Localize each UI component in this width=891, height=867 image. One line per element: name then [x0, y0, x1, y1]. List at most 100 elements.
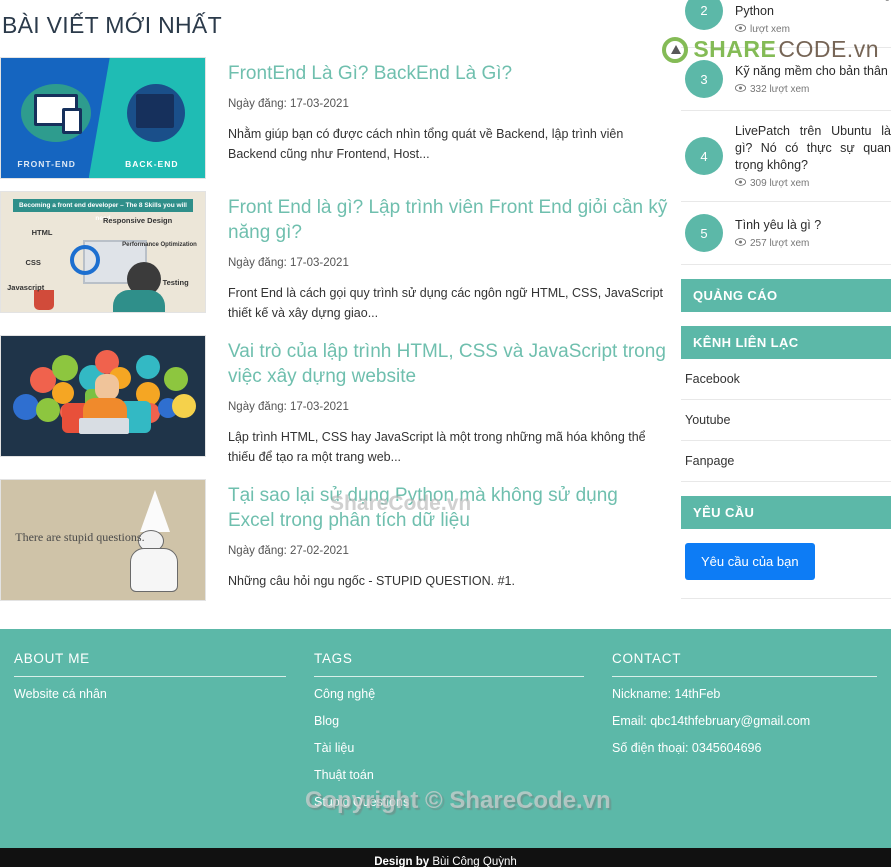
thumbnail-shape [164, 367, 189, 392]
footer-tag-link[interactable]: Stupid Questions [314, 795, 584, 809]
eye-icon [734, 24, 747, 35]
popular-views-text: lượt xem [750, 24, 790, 35]
eye-icon [734, 178, 747, 189]
footer-tag-link[interactable]: Tài liệu [314, 741, 584, 755]
popular-post-views: 332 lượt xem [734, 84, 891, 95]
bottom-bar-author: Bùi Công Quỳnh [429, 856, 517, 867]
footer: ABOUT ME Website cá nhân TAGS Công nghệ … [0, 629, 891, 848]
popular-rank-badge: 2 [685, 0, 723, 30]
popular-post-views: 309 lượt xem [734, 178, 891, 189]
server-icon [135, 94, 174, 128]
post-body: Vai trò của lập trình HTML, CSS và JavaS… [206, 335, 669, 467]
popular-post-title[interactable]: Thao tác với các file trong Python [735, 0, 891, 20]
thumbnail-tag: Javascript [7, 283, 45, 293]
post-thumbnail[interactable] [0, 335, 206, 457]
post-excerpt: Những câu hỏi ngu ngốc - STUPID QUESTION… [228, 574, 515, 588]
footer-column-about: ABOUT ME Website cá nhân [0, 651, 300, 822]
popular-views-text: 257 lượt xem [750, 238, 810, 249]
post-item[interactable]: There are stupid questions. Tại sao lại … [0, 479, 669, 601]
post-item[interactable]: Vai trò của lập trình HTML, CSS và JavaS… [0, 335, 669, 467]
post-date: Ngày đăng: 17-03-2021 [228, 401, 349, 413]
sidebar: 2 Thao tác với các file trong Python lượ… [681, 0, 891, 613]
footer-tags-header: TAGS [314, 651, 584, 677]
person-icon [94, 374, 119, 401]
popular-post-title[interactable]: Tình yêu là gì ? [735, 217, 891, 234]
footer-contact-email: Email: qbc14thfebruary@gmail.com [612, 714, 811, 728]
footer-about-header: ABOUT ME [14, 651, 286, 677]
thumbnail-banner: Becoming a front end developer – The 8 S… [13, 199, 193, 222]
popular-post-item[interactable]: 3 Kỹ năng mềm cho bản thân 332 lượt xem [681, 48, 891, 111]
footer-contact-header: CONTACT [612, 651, 877, 677]
request-widget-body: Yêu cầu của bạn [681, 529, 891, 599]
main-content: BÀI VIẾT MỚI NHẤT FRONT-END BACK-END Fro… [0, 0, 681, 613]
request-button[interactable]: Yêu cầu của bạn [685, 543, 815, 580]
thumbnail-tag: Responsive Design [103, 216, 173, 225]
channel-item-facebook[interactable]: Facebook [681, 359, 891, 400]
channel-item-youtube[interactable]: Youtube [681, 400, 891, 441]
widget-header-ads: QUẢNG CÁO [681, 279, 891, 312]
footer-tag-link[interactable]: Thuật toán [314, 768, 584, 782]
post-body: FrontEnd Là Gì? BackEnd Là Gì? Ngày đăng… [206, 57, 669, 179]
popular-post-title[interactable]: LivePatch trên Ubuntu là gì? Nó có thực … [735, 123, 891, 174]
thumbnail-caption: There are stupid questions. [15, 530, 145, 545]
popular-views-text: 332 lượt xem [750, 84, 810, 95]
post-thumbnail[interactable]: There are stupid questions. [0, 479, 206, 601]
footer-column-contact: CONTACT Nickname: 14thFeb Email: qbc14th… [598, 651, 891, 822]
footer-tag-link[interactable]: Công nghệ [314, 687, 584, 701]
popular-post-item[interactable]: 2 Thao tác với các file trong Python lượ… [681, 0, 891, 48]
thumbnail-shape [135, 355, 160, 380]
post-title[interactable]: Vai trò của lập trình HTML, CSS và JavaS… [228, 339, 669, 389]
popular-post-text: Kỹ năng mềm cho bản thân 332 lượt xem [734, 63, 891, 95]
post-title[interactable]: Front End là gì? Lập trình viên Front En… [228, 195, 669, 245]
post-item[interactable]: Becoming a front end developer – The 8 S… [0, 191, 669, 323]
popular-rank-badge: 3 [685, 60, 723, 98]
popular-post-text: Tình yêu là gì ? 257 lượt xem [734, 217, 891, 249]
post-item[interactable]: FRONT-END BACK-END FrontEnd Là Gì? BackE… [0, 57, 669, 179]
footer-contact-phone: Số điện thoại: 0345604696 [612, 741, 762, 755]
footer-column-tags: TAGS Công nghệ Blog Tài liệu Thuật toán … [300, 651, 598, 822]
post-excerpt: Nhằm giúp bạn có được cách nhìn tổng quá… [228, 127, 624, 161]
thumbnail-tag: CSS [25, 258, 41, 267]
thumbnail-tag: Testing [162, 278, 189, 288]
post-body: Tại sao lại sử dụng Python mà không sử d… [206, 479, 669, 601]
thumbnail-tag: Performance Optimization [122, 242, 197, 249]
popular-rank-badge: 4 [685, 137, 723, 175]
post-thumbnail[interactable]: FRONT-END BACK-END [0, 57, 206, 179]
eye-icon [734, 84, 747, 95]
thumbnail-shape [52, 355, 78, 382]
popular-rank-badge: 5 [685, 214, 723, 252]
post-date: Ngày đăng: 17-03-2021 [228, 257, 349, 269]
post-date: Ngày đăng: 17-03-2021 [228, 98, 349, 110]
thumbnail-tag: HTML [31, 228, 53, 237]
popular-post-item[interactable]: 4 LivePatch trên Ubuntu là gì? Nó có thự… [681, 111, 891, 202]
laptop-icon [78, 417, 129, 434]
page-root: BÀI VIẾT MỚI NHẤT FRONT-END BACK-END Fro… [0, 0, 891, 867]
magnifier-icon [70, 244, 101, 275]
dunce-hat-icon [140, 489, 171, 532]
bottom-bar: Design by Bùi Công Quỳnh [0, 848, 891, 867]
post-thumbnail[interactable]: Becoming a front end developer – The 8 S… [0, 191, 206, 313]
post-date: Ngày đăng: 27-02-2021 [228, 545, 349, 557]
eye-icon [734, 238, 747, 249]
popular-post-text: LivePatch trên Ubuntu là gì? Nó có thực … [734, 123, 891, 189]
thumbnail-label-right: BACK-END [125, 159, 179, 169]
post-title[interactable]: Tại sao lại sử dụng Python mà không sử d… [228, 483, 669, 533]
post-excerpt: Lập trình HTML, CSS hay JavaScript là mộ… [228, 430, 646, 464]
person-icon [130, 548, 179, 593]
channel-item-fanpage[interactable]: Fanpage [681, 441, 891, 482]
thumbnail-shape [52, 381, 74, 404]
post-title[interactable]: FrontEnd Là Gì? BackEnd Là Gì? [228, 61, 669, 86]
popular-post-views: 257 lượt xem [734, 238, 891, 249]
popular-post-item[interactable]: 5 Tình yêu là gì ? 257 lượt xem [681, 202, 891, 265]
popular-post-views: lượt xem [734, 24, 891, 35]
person-icon [113, 290, 166, 312]
content-wrapper: BÀI VIẾT MỚI NHẤT FRONT-END BACK-END Fro… [0, 0, 891, 613]
post-excerpt: Front End là cách gọi quy trình sử dụng … [228, 286, 664, 320]
widget-header-request: YÊU CẦU [681, 496, 891, 529]
popular-post-text: Thao tác với các file trong Python lượt … [734, 0, 891, 35]
footer-tag-link[interactable]: Blog [314, 714, 584, 728]
cup-icon [33, 290, 54, 310]
footer-about-text: Website cá nhân [14, 687, 107, 701]
popular-views-text: 309 lượt xem [750, 178, 810, 189]
popular-post-title[interactable]: Kỹ năng mềm cho bản thân [735, 63, 891, 80]
